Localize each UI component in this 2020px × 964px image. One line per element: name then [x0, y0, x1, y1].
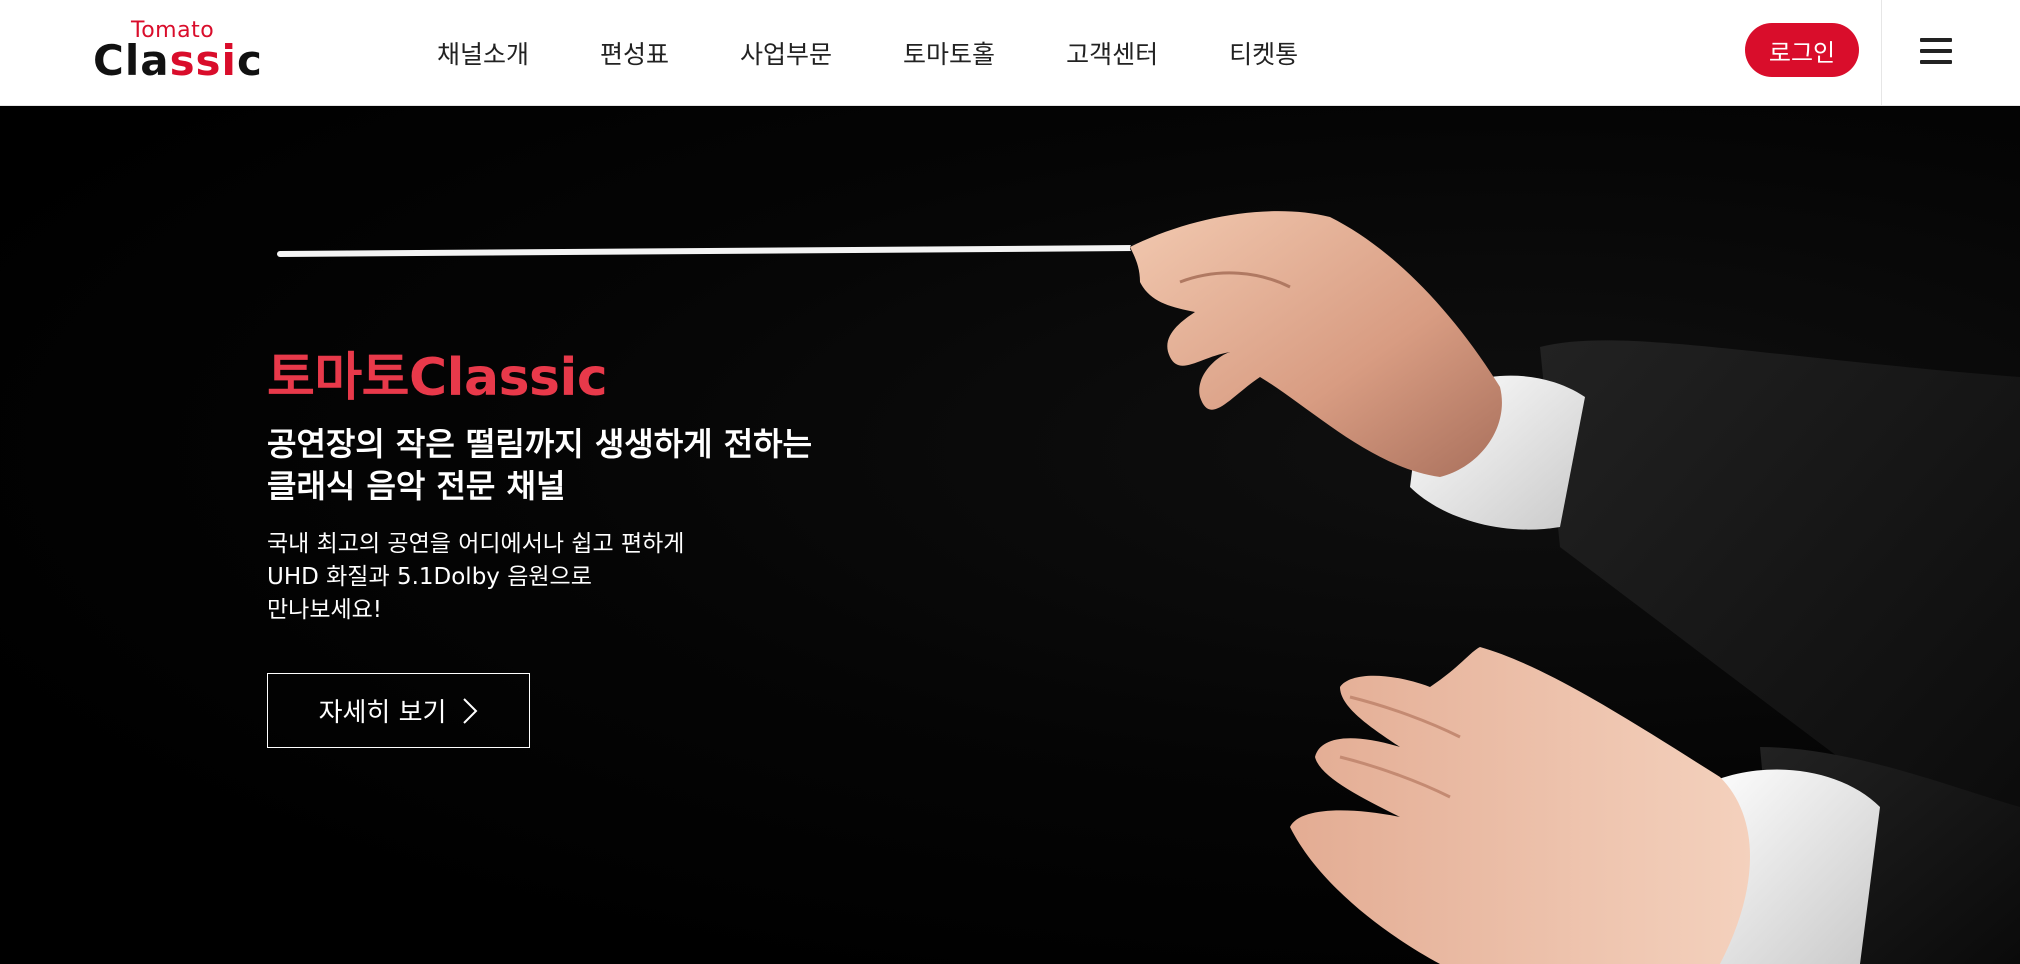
hero-banner: 토마토Classic 공연장의 작은 떨림까지 생생하게 전하는 클래식 음악 … — [0, 107, 2020, 964]
hero-subtitle: 공연장의 작은 떨림까지 생생하게 전하는 클래식 음악 전문 채널 — [267, 423, 812, 507]
site-header: Tomato Classic 채널소개 편성표 사업부문 토마토홀 고객센터 티… — [0, 0, 2020, 106]
hero-description: 국내 최고의 공연을 어디에서나 쉽고 편하게 UHD 화질과 5.1Dolby… — [267, 528, 684, 627]
hero-desc-line: 국내 최고의 공연을 어디에서나 쉽고 편하게 — [267, 531, 685, 557]
hero-subtitle-line: 클래식 음악 전문 채널 — [267, 467, 566, 505]
nav-item-ticket[interactable]: 티켓통 — [1229, 35, 1298, 71]
hero-desc-line: UHD 화질과 5.1Dolby 음원으로 — [267, 564, 592, 590]
view-details-button[interactable]: 자세히 보기 — [267, 673, 530, 748]
hero-desc-line: 만나보세요! — [267, 597, 383, 623]
hero-title: 토마토Classic — [267, 348, 608, 408]
main-nav: 채널소개 편성표 사업부문 토마토홀 고객센터 티켓통 — [437, 0, 1369, 106]
view-details-label: 자세히 보기 — [318, 698, 447, 728]
login-button[interactable]: 로그인 — [1745, 23, 1859, 77]
hero-subtitle-line: 공연장의 작은 떨림까지 생생하게 전하는 — [267, 425, 813, 463]
nav-item-tomato-hall[interactable]: 토마토홀 — [903, 35, 995, 71]
logo-classic-text: Classic — [93, 36, 263, 85]
nav-item-schedule[interactable]: 편성표 — [600, 35, 669, 71]
nav-item-customer-center[interactable]: 고객센터 — [1066, 35, 1158, 71]
chevron-right-icon — [463, 697, 478, 724]
tomato-classic-logo[interactable]: Tomato Classic — [93, 18, 283, 84]
hamburger-menu-icon[interactable] — [1920, 38, 1952, 68]
header-divider — [1881, 0, 1882, 106]
nav-item-channel-intro[interactable]: 채널소개 — [437, 35, 529, 71]
nav-item-business[interactable]: 사업부문 — [740, 35, 832, 71]
